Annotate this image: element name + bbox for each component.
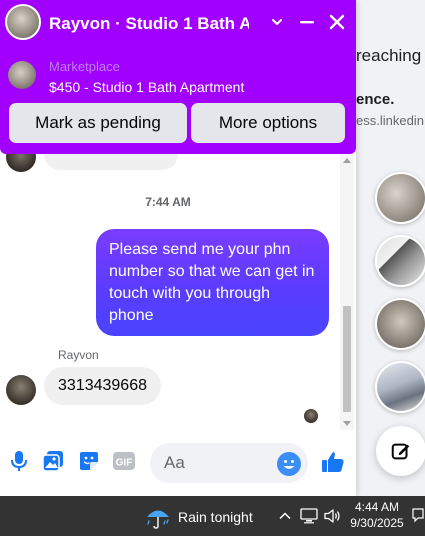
gif-icon: GIF bbox=[113, 452, 135, 470]
seen-indicator bbox=[304, 409, 318, 423]
composer: GIF bbox=[0, 430, 356, 496]
taskbar: Rain tonight 4:44 AM 9/30/2025 bbox=[0, 496, 425, 536]
minimize-button[interactable] bbox=[293, 8, 321, 36]
chevron-up-icon bbox=[279, 512, 291, 520]
chat-header: Rayvon · Studio 1 Bath Ap Marketplace $4… bbox=[0, 0, 356, 154]
mark-as-pending-button[interactable]: Mark as pending bbox=[9, 103, 187, 143]
close-button[interactable] bbox=[323, 8, 351, 36]
taskbar-clock-time[interactable]: 4:44 AM bbox=[348, 500, 406, 514]
chat-head-thumbnail[interactable] bbox=[375, 235, 425, 287]
voice-clip-button[interactable] bbox=[6, 448, 32, 474]
more-options-button[interactable]: More options bbox=[191, 103, 345, 143]
gif-button[interactable]: GIF bbox=[111, 448, 137, 474]
chat-title[interactable]: Rayvon · Studio 1 Bath Ap bbox=[49, 14, 249, 34]
scrollbar[interactable] bbox=[340, 154, 354, 430]
network-button[interactable] bbox=[300, 507, 318, 525]
incoming-message[interactable]: 3313439668 bbox=[44, 367, 161, 405]
chat-window: Rayvon · Studio 1 Bath Ap Marketplace $4… bbox=[0, 0, 356, 496]
avatar[interactable] bbox=[6, 375, 36, 405]
taskbar-clock-date[interactable]: 9/30/2025 bbox=[348, 516, 406, 530]
attach-photo-button[interactable] bbox=[40, 448, 66, 474]
scroll-down-arrow[interactable] bbox=[343, 421, 351, 426]
thumbs-up-icon bbox=[322, 452, 344, 472]
background-link[interactable]: ess.linkedin bbox=[356, 113, 424, 128]
volume-icon bbox=[324, 509, 340, 523]
close-icon bbox=[329, 14, 345, 30]
network-icon bbox=[300, 508, 318, 524]
show-hidden-icons-button[interactable] bbox=[276, 507, 294, 525]
background-text: reaching bbox=[356, 46, 422, 65]
sender-name: Rayvon bbox=[58, 348, 99, 362]
background-text: ence. bbox=[356, 91, 395, 108]
weather-status[interactable]: Rain tonight bbox=[178, 509, 253, 525]
compose-icon bbox=[391, 443, 410, 460]
screen: { "background_page": { "text_line1": "re… bbox=[0, 0, 425, 536]
scroll-up-arrow[interactable] bbox=[343, 158, 351, 163]
notification-icon[interactable] bbox=[412, 507, 424, 525]
avatar[interactable] bbox=[5, 4, 41, 40]
listing-source: Marketplace bbox=[49, 59, 120, 74]
scrollbar-thumb[interactable] bbox=[343, 306, 351, 412]
chat-menu-button[interactable] bbox=[263, 8, 291, 36]
message-timestamp: 7:44 AM bbox=[145, 195, 191, 209]
sticker-button[interactable] bbox=[76, 448, 102, 474]
outgoing-message[interactable]: Please send me your phn number so that w… bbox=[96, 229, 329, 336]
microphone-icon bbox=[11, 451, 27, 471]
emoji-icon bbox=[278, 453, 300, 475]
message-list: 7:44 AM Please send me your phn number s… bbox=[0, 138, 356, 430]
gif-label: GIF bbox=[116, 458, 133, 469]
new-message-button[interactable] bbox=[376, 426, 425, 476]
send-like-button[interactable] bbox=[320, 449, 346, 475]
emoji-button[interactable] bbox=[277, 452, 301, 476]
listing-name[interactable]: $450 - Studio 1 Bath Apartment bbox=[49, 79, 244, 95]
chat-head-thumbnail[interactable] bbox=[375, 361, 425, 413]
chat-head-thumbnail[interactable] bbox=[375, 298, 425, 350]
sticker-icon bbox=[80, 452, 98, 470]
listing-thumbnail[interactable] bbox=[8, 61, 36, 89]
photo-icon bbox=[42, 451, 63, 472]
umbrella-icon[interactable] bbox=[145, 504, 171, 530]
chat-head-thumbnail[interactable] bbox=[375, 172, 425, 224]
chevron-down-icon bbox=[272, 19, 282, 25]
volume-button[interactable] bbox=[324, 507, 342, 525]
minimize-icon bbox=[300, 21, 314, 24]
